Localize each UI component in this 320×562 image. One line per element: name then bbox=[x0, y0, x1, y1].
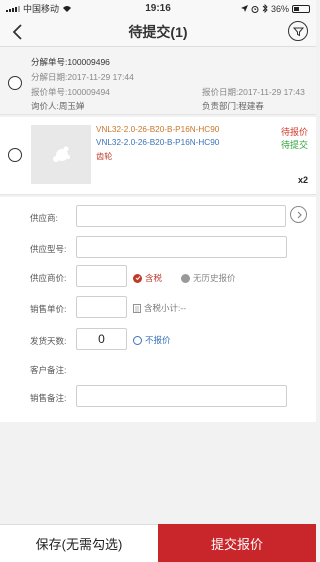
check-circle-icon bbox=[133, 273, 142, 283]
status-bar: 中国移动 19:16 36% bbox=[0, 0, 316, 17]
gear-image-icon bbox=[53, 146, 70, 162]
filter-icon bbox=[292, 27, 304, 36]
nav-bar: 待提交(1) bbox=[0, 17, 316, 47]
product-model-primary: VNL32-2.0-26-B20-B-P16N-HC90 bbox=[96, 125, 220, 134]
supplier-label: 供应商: bbox=[30, 213, 58, 223]
no-history-quote[interactable]: 无历史报价 bbox=[181, 272, 236, 284]
ship-days-label: 发货天数: bbox=[30, 336, 67, 346]
tax-included-label: 含税 bbox=[145, 273, 163, 283]
sale-price-label: 销售单价: bbox=[30, 304, 67, 314]
customer-note-label: 客户备注: bbox=[30, 365, 67, 375]
radio-circle-icon bbox=[133, 335, 142, 345]
sales-note-label: 销售备注: bbox=[30, 393, 67, 403]
submit-quote-button[interactable]: 提交报价 bbox=[158, 524, 316, 562]
sales-note-input[interactable] bbox=[76, 385, 287, 407]
tax-subtotal: 含税小计:-- bbox=[133, 302, 186, 314]
department: 负责部门:程建春 bbox=[202, 101, 264, 111]
battery-icon bbox=[292, 4, 310, 13]
order-card[interactable]: 分解单号:100009496 分解日期:2017-11-29 17:44 报价单… bbox=[0, 47, 316, 115]
supplier-model-label: 供应型号: bbox=[30, 244, 67, 254]
supplier-price-input[interactable] bbox=[76, 265, 127, 287]
tax-subtotal-label: 含税小计:-- bbox=[144, 303, 187, 313]
supplier-price-label: 供应商价: bbox=[30, 273, 67, 283]
quote-date: 报价日期:2017-11-29 17:43 bbox=[202, 87, 305, 97]
footer-bar: 保存(无需勾选) 提交报价 bbox=[0, 524, 316, 562]
product-name: 齿轮 bbox=[96, 152, 113, 161]
status-pending-submit: 待提交 bbox=[280, 140, 308, 150]
product-select-radio[interactable] bbox=[8, 148, 22, 162]
supplier-model-input[interactable] bbox=[76, 236, 287, 258]
product-item[interactable]: VNL32-2.0-26-B20-B-P16N-HC90 VNL32-2.0-2… bbox=[0, 117, 316, 195]
no-quote-label: 不报价 bbox=[145, 335, 171, 345]
sale-price-input[interactable] bbox=[76, 296, 127, 318]
status-pending-quote: 待报价 bbox=[280, 127, 308, 137]
tax-included-toggle[interactable]: 含税 bbox=[133, 272, 162, 284]
quote-number: 报价单号:100009494 bbox=[31, 87, 110, 97]
supplier-select-button[interactable] bbox=[290, 206, 307, 223]
order-select-radio[interactable] bbox=[8, 76, 22, 90]
save-button[interactable]: 保存(无需勾选) bbox=[0, 524, 158, 562]
calculator-icon bbox=[133, 303, 141, 313]
inquirer: 询价人:周玉婵 bbox=[31, 101, 85, 111]
no-history-label: 无历史报价 bbox=[193, 273, 236, 283]
page-title: 待提交(1) bbox=[128, 23, 188, 40]
no-quote-toggle[interactable]: 不报价 bbox=[133, 334, 171, 346]
chevron-right-icon bbox=[297, 211, 302, 218]
history-clock-icon bbox=[181, 273, 190, 283]
product-quantity: x2 bbox=[297, 175, 308, 185]
split-number: 分解单号:100009496 bbox=[31, 57, 110, 67]
filter-button[interactable] bbox=[288, 21, 308, 41]
quote-form: 供应商: 供应型号: 供应商价: 含税 无历史报价 销售单价: 含税小计:-- … bbox=[0, 197, 316, 422]
status-time: 19:16 bbox=[145, 3, 171, 14]
ship-days-input[interactable]: 0 bbox=[76, 328, 127, 350]
product-model-secondary: VNL32-2.0-26-B20-B-P16N-HC90 bbox=[96, 138, 220, 147]
product-thumbnail bbox=[31, 125, 91, 184]
split-date: 分解日期:2017-11-29 17:44 bbox=[31, 72, 134, 82]
back-arrow-icon[interactable] bbox=[8, 22, 28, 42]
supplier-input[interactable] bbox=[76, 205, 286, 227]
